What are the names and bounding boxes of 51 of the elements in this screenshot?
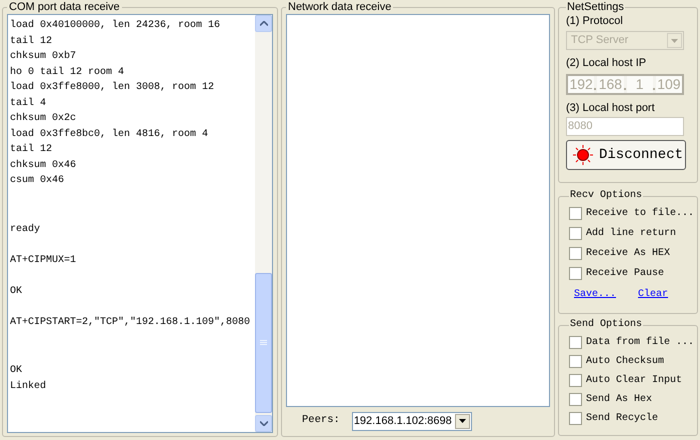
log-line: ho 0 tail 12 room 4 [10, 66, 126, 80]
log-line: ready [10, 222, 42, 236]
peers-label: Peers: [302, 413, 340, 428]
ip-octet: 168 [597, 76, 624, 93]
scroll-down-button[interactable] [255, 415, 272, 432]
log-line: AT+CIPSTART=2,"TCP","192.168.1.109",8080 [10, 316, 252, 330]
panel-title: COM port data receive [8, 0, 121, 14]
log-line: load 0x3ffe8bc0, len 4816, room 4 [10, 128, 210, 142]
dot-separator-icon [652, 88, 655, 90]
log-line: chksum 0x46 [10, 158, 78, 172]
log-line: load 0x40100000, len 24236, room 16 [10, 18, 222, 33]
ip-octet: 192 [568, 76, 594, 93]
dot-separator-icon [594, 88, 596, 90]
port-label: (3) Local host port [566, 101, 656, 116]
scroll-up-button[interactable] [255, 15, 272, 32]
peers-dropdown[interactable]: 192.168.1.102:8698 [352, 412, 472, 430]
log-line: Linked [10, 380, 48, 394]
link[interactable]: Clear [638, 287, 668, 302]
option-checkbox[interactable]: Receive As HEX [569, 246, 670, 260]
log-line: chksum 0x2c [10, 112, 78, 126]
vertical-scrollbar[interactable] [255, 15, 272, 432]
panel-title: Send Options [569, 318, 644, 332]
log-line: csum 0x46 [10, 174, 66, 188]
option-checkbox[interactable]: Receive Pause [569, 266, 664, 280]
ip-octet: 109 [656, 76, 682, 93]
log-line: OK [10, 364, 24, 378]
link[interactable]: Save... [574, 287, 616, 302]
log-line: tail 12 [10, 34, 54, 48]
grip-icon [260, 340, 267, 346]
panel-title: Network data receive [287, 0, 392, 14]
log-line: AT+CIPMUX=1 [10, 254, 78, 268]
ip-label: (2) Local host IP [566, 56, 648, 71]
log-line: tail 12 [10, 142, 54, 157]
option-checkbox[interactable]: Send Recycle [569, 411, 658, 425]
log-line: OK [10, 284, 24, 298]
status-light-icon [573, 145, 593, 165]
option-checkbox[interactable]: Auto Checksum [569, 354, 664, 368]
panel-title: Recv Options [569, 189, 644, 203]
dot-separator-icon [624, 88, 626, 90]
option-checkbox[interactable]: Receive to file... [569, 206, 694, 220]
option-checkbox[interactable]: Auto Clear Input [569, 373, 682, 387]
log-line: tail 4 [10, 96, 48, 110]
option-checkbox[interactable]: Data from file ... [569, 335, 694, 349]
log-line: chksum 0xb7 [10, 50, 78, 64]
option-checkbox[interactable]: Send As Hex [569, 392, 652, 406]
log-line: load 0x3ffe8000, len 3008, room 12 [10, 80, 216, 95]
protocol-label: (1) Protocol [566, 14, 624, 29]
scroll-thumb[interactable] [255, 273, 272, 413]
option-checkbox[interactable]: Add line return [569, 226, 676, 240]
panel-title: NetSettings [566, 0, 625, 14]
ip-octet: 1 [626, 76, 653, 93]
